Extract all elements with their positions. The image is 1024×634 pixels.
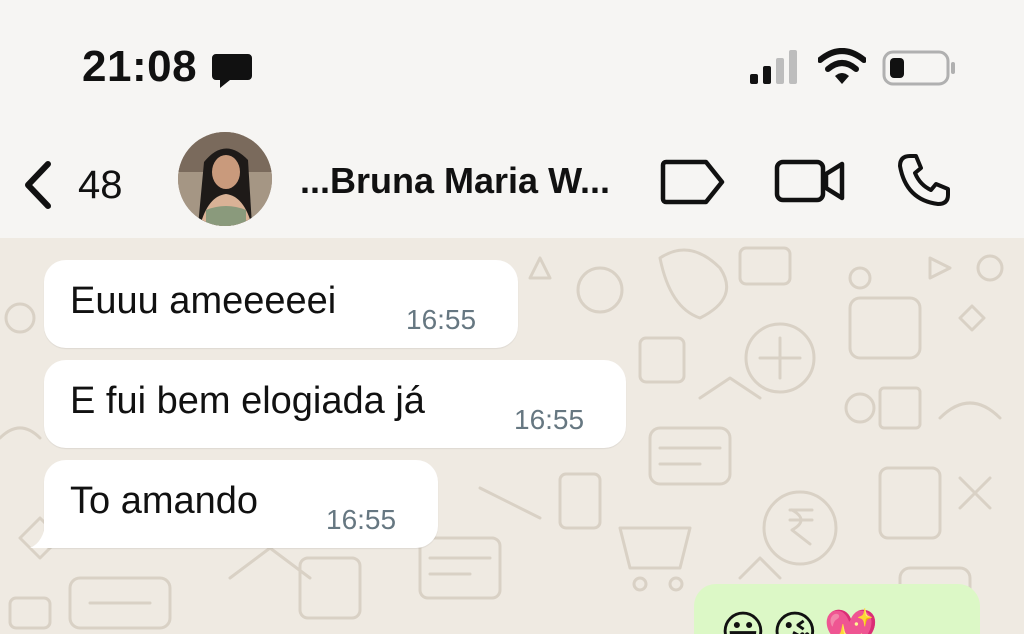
- voice-call-icon[interactable]: [896, 152, 952, 208]
- unread-count: 48: [78, 162, 123, 207]
- label-icon[interactable]: [660, 158, 726, 206]
- signal-icon: [750, 50, 797, 84]
- message-text: To amando: [70, 480, 259, 522]
- message-bubble[interactable]: To amando 16:55: [44, 460, 438, 548]
- chevron-left-icon: [25, 161, 51, 209]
- video-call-icon[interactable]: [774, 156, 846, 206]
- chat-header: 48 ...Bruna Maria W...: [0, 120, 1024, 238]
- back-button[interactable]: 48: [20, 160, 123, 210]
- outgoing-message-bubble[interactable]: 😀😘💖: [694, 584, 980, 634]
- message-timestamp: 16:55: [326, 504, 397, 535]
- contact-name[interactable]: ...Bruna Maria W...: [300, 160, 610, 202]
- outgoing-emoji-text: 😀😘💖: [720, 607, 885, 634]
- message-timestamp: 16:55: [406, 304, 477, 335]
- bubble-tail: [30, 520, 58, 548]
- chat-area[interactable]: Euuu ameeeeei 16:55 E fui bem elogiada j…: [0, 238, 1024, 634]
- top-bar: 21:08 48 ...Bruna Maria W...: [0, 0, 1024, 238]
- message-bubble[interactable]: Euuu ameeeeei 16:55: [44, 260, 518, 348]
- message-notification-icon: [212, 54, 252, 88]
- battery-icon: [882, 50, 955, 86]
- message-text: E fui bem elogiada já: [70, 380, 425, 422]
- message-text: Euuu ameeeeei: [70, 280, 337, 322]
- status-bar: 21:08: [0, 0, 1024, 120]
- message-bubble[interactable]: E fui bem elogiada já 16:55: [44, 360, 626, 448]
- wifi-icon: [818, 48, 866, 84]
- status-time: 21:08: [82, 42, 198, 91]
- message-timestamp: 16:55: [514, 404, 585, 435]
- avatar-photo: [178, 132, 272, 226]
- avatar[interactable]: [178, 132, 272, 226]
